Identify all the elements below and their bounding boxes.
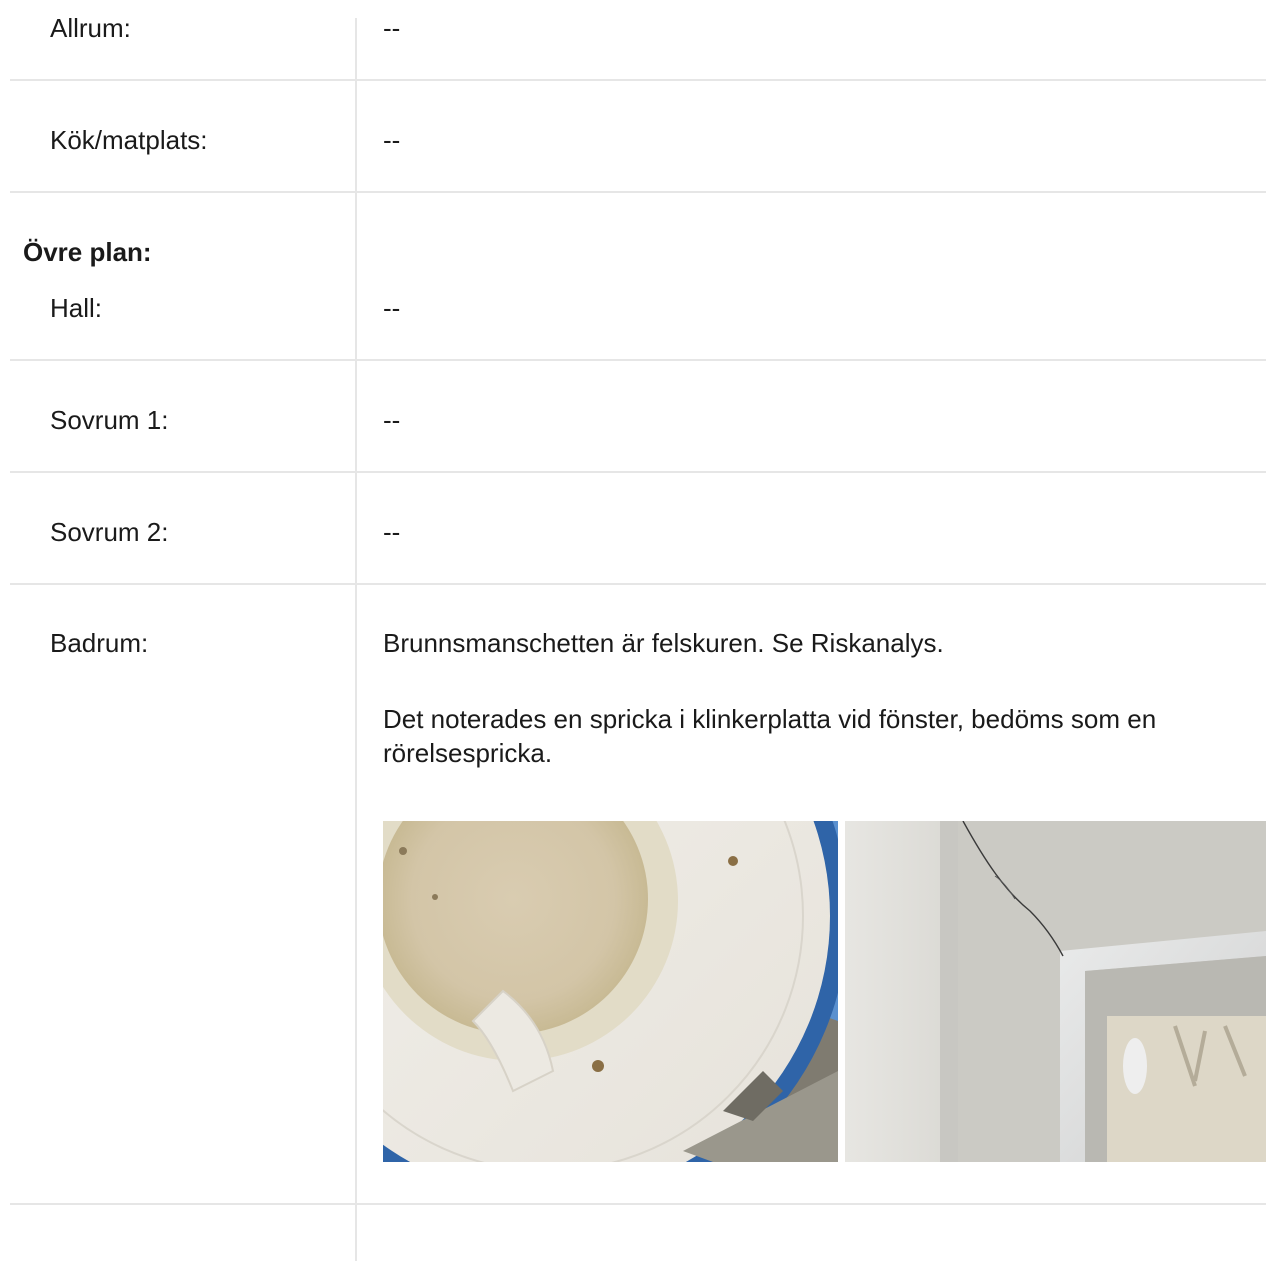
row-label-kok: Kök/matplats:: [50, 125, 208, 155]
row-divider: [10, 583, 1266, 585]
row-label-sovrum-1: Sovrum 1:: [50, 405, 169, 435]
row-label-badrum: Badrum:: [50, 628, 149, 658]
badrum-note-1: Brunnsmanschetten är felskuren. Se Riska…: [383, 628, 944, 658]
badrum-note-2: Det noterades en spricka i klinkerplatta…: [383, 704, 1157, 768]
row-value-allrum: --: [383, 13, 401, 43]
row-divider: [10, 359, 1266, 361]
row-label-allrum: Allrum:: [50, 13, 131, 43]
drain-collar-photo: [383, 821, 838, 1162]
row-value-hall: --: [383, 293, 401, 323]
section-heading-upper-floor: Övre plan:: [23, 237, 152, 267]
tile-crack-photo: [845, 821, 1266, 1162]
row-divider: [10, 191, 1266, 193]
row-divider: [10, 471, 1266, 473]
row-label-hall: Hall:: [50, 293, 103, 323]
row-value-sovrum-1: --: [383, 405, 401, 435]
row-value-kok: --: [383, 125, 401, 155]
row-value-sovrum-2: --: [383, 517, 401, 547]
row-divider: [10, 1203, 1266, 1205]
row-divider: [10, 79, 1266, 81]
column-divider: [355, 18, 357, 1261]
row-label-sovrum-2: Sovrum 2:: [50, 517, 169, 547]
